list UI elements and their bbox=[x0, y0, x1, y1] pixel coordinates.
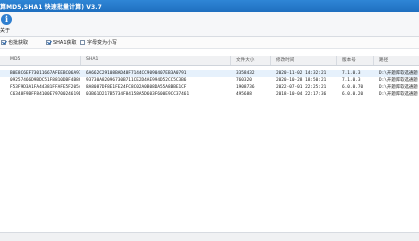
cell-modified: 2020-10-28 18:50:21 bbox=[276, 78, 327, 83]
column-version[interactable]: 版本号 bbox=[342, 57, 356, 63]
options-bar: 也批获取 SHA1获取 字母变为小写 bbox=[0, 37, 419, 49]
cell-sha1: 93730A82096730B711CE2D4AE994D52CC5C3B6 bbox=[86, 78, 187, 83]
cell-size: 3358432 bbox=[236, 71, 255, 76]
md5-checkbox[interactable] bbox=[1, 40, 6, 45]
about-button[interactable]: i 关于 bbox=[0, 13, 24, 35]
cell-md5: C6348F9BFF84100E7970024619DF6A38A bbox=[10, 92, 80, 97]
column-md5[interactable]: MD5 bbox=[10, 57, 20, 62]
table-header: MD5 SHA1 文件大小 修改时间 版本号 路径 bbox=[0, 56, 419, 66]
sha1-checkbox[interactable] bbox=[46, 40, 51, 45]
column-divider[interactable] bbox=[373, 56, 374, 65]
cell-version: 6.0.0.70 bbox=[342, 85, 364, 90]
table-row[interactable]: C6348F9BFF84100E7970024619DF6A38A 03B61D… bbox=[0, 91, 419, 98]
cell-path: D:\开题库软选通题 bbox=[379, 78, 418, 83]
cell-version: 7.1.0.3 bbox=[342, 71, 361, 76]
table-row[interactable]: F53F9D3A1FA44381FFAFE5F20548FEB6 8A8087D… bbox=[0, 84, 419, 91]
cell-path: D:\开题库软选通题 bbox=[379, 71, 418, 76]
cell-md5: F53F9D3A1FA44381FFAFE5F20548FEB6 bbox=[10, 85, 80, 90]
cell-path: D:\开题库软选通题 bbox=[379, 92, 418, 97]
cell-modified: 2020-11-02 14:32:21 bbox=[276, 71, 327, 76]
cell-version: 6.0.0.20 bbox=[342, 92, 364, 97]
cell-md5: 09257466D9BDC51F8810DBF4B8CE7C bbox=[10, 78, 80, 83]
column-divider[interactable] bbox=[270, 56, 271, 65]
option-md5[interactable]: 也批获取 bbox=[1, 39, 28, 46]
option-md5-label: 也批获取 bbox=[8, 40, 29, 46]
column-path[interactable]: 路径 bbox=[379, 57, 388, 63]
column-sha1[interactable]: SHA1 bbox=[86, 57, 98, 62]
cell-path: D:\开题库软选通题 bbox=[379, 85, 418, 90]
table-row[interactable]: 09257466D9BDC51F8810DBF4B8CE7C 93730A820… bbox=[0, 77, 419, 84]
option-sha1-label: SHA1获取 bbox=[53, 40, 77, 46]
column-divider[interactable] bbox=[80, 56, 81, 65]
column-modified[interactable]: 修改时间 bbox=[276, 57, 294, 63]
ribbon-toolbar: i 关于 bbox=[0, 12, 419, 37]
cell-sha1: 8A8087DF8E1FE24FC8C02A0B08DA55A8BBE1CF bbox=[86, 85, 187, 90]
cell-sha1: 03B61D217B5734F84158A5D603F600E9CC37461 bbox=[86, 92, 190, 97]
cell-md5: B0E8C6EF73011667AFEEBC06A97712 bbox=[10, 71, 80, 76]
cell-size: 495688 bbox=[236, 92, 252, 97]
about-label: 关于 bbox=[0, 28, 11, 34]
window-title: 算MD5,SHA1 快速批量计算) V3.7 bbox=[0, 4, 102, 11]
column-size[interactable]: 文件大小 bbox=[236, 57, 254, 63]
cell-sha1: 6A662C29108BAD48F7144CC9090407EB3A0791 bbox=[86, 71, 187, 76]
column-divider[interactable] bbox=[336, 56, 337, 65]
title-bar: 算MD5,SHA1 快速批量计算) V3.7 bbox=[0, 0, 419, 12]
option-sha1[interactable]: SHA1获取 bbox=[46, 39, 77, 46]
option-lowercase-label: 字母变为小写 bbox=[87, 40, 118, 46]
info-icon: i bbox=[1, 14, 12, 25]
cell-size: 760320 bbox=[236, 78, 252, 83]
cell-modified: 2022-07-01 22:25:21 bbox=[276, 85, 327, 90]
table-row[interactable]: B0E8C6EF73011667AFEEBC06A97712 6A662C291… bbox=[0, 70, 419, 77]
column-divider[interactable] bbox=[230, 56, 231, 65]
option-lowercase[interactable]: 字母变为小写 bbox=[80, 39, 117, 46]
cell-modified: 2018-10-04 22:17:36 bbox=[276, 92, 327, 97]
cell-version: 7.1.0.3 bbox=[342, 78, 361, 83]
lowercase-checkbox[interactable] bbox=[80, 40, 85, 45]
cell-size: 1908736 bbox=[236, 85, 255, 90]
